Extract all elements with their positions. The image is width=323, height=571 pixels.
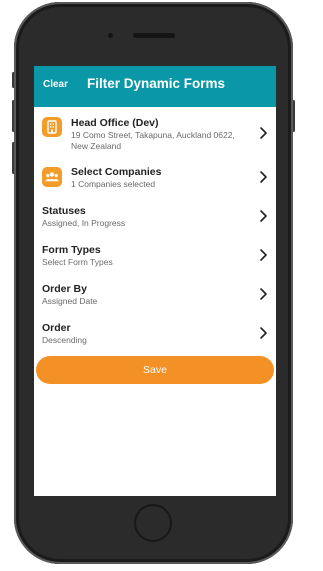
order-by-title: Order By	[42, 283, 87, 295]
order-by-subtitle: Assigned Date	[42, 296, 98, 306]
app-screen: Clear Filter Dynamic Forms Head Office (…	[34, 66, 276, 496]
group-icon	[42, 167, 62, 187]
order-subtitle: Descending	[42, 335, 87, 345]
companies-title: Select Companies	[71, 166, 162, 178]
order-by-row[interactable]: Order By Assigned Date	[34, 283, 276, 309]
statuses-row[interactable]: Statuses Assigned, In Progress	[34, 205, 276, 231]
statuses-subtitle: Assigned, In Progress	[42, 218, 126, 228]
save-button[interactable]: Save	[36, 356, 274, 384]
companies-subtitle: 1 Companies selected	[71, 179, 156, 189]
form-types-title: Form Types	[42, 244, 101, 256]
chevron-right-icon	[260, 288, 267, 300]
office-row[interactable]: Head Office (Dev) 19 Como Street, Takapu…	[34, 115, 276, 153]
front-camera	[108, 33, 113, 38]
device-frame-stage: Clear Filter Dynamic Forms Head Office (…	[0, 0, 323, 571]
chevron-right-icon	[260, 249, 267, 261]
office-address-line2: New Zealand	[71, 141, 122, 151]
chevron-right-icon	[260, 210, 267, 222]
clear-button[interactable]: Clear	[43, 79, 68, 90]
home-button[interactable]	[134, 504, 172, 542]
chevron-right-icon	[260, 327, 267, 339]
order-title: Order	[42, 322, 71, 334]
companies-row[interactable]: Select Companies 1 Companies selected	[34, 164, 276, 190]
form-types-subtitle: Select Form Types	[42, 257, 113, 267]
order-row[interactable]: Order Descending	[34, 322, 276, 348]
earpiece-speaker	[133, 33, 175, 38]
building-icon	[42, 117, 62, 137]
chevron-right-icon	[260, 127, 267, 139]
office-address-line1: 19 Como Street, Takapuna, Auckland 0622,	[71, 130, 235, 140]
page-title: Filter Dynamic Forms	[87, 76, 226, 91]
chevron-right-icon	[260, 171, 267, 183]
form-types-row[interactable]: Form Types Select Form Types	[34, 244, 276, 270]
statuses-title: Statuses	[42, 205, 86, 217]
header-bar: Clear Filter Dynamic Forms	[34, 66, 276, 107]
office-title: Head Office (Dev)	[71, 117, 159, 129]
